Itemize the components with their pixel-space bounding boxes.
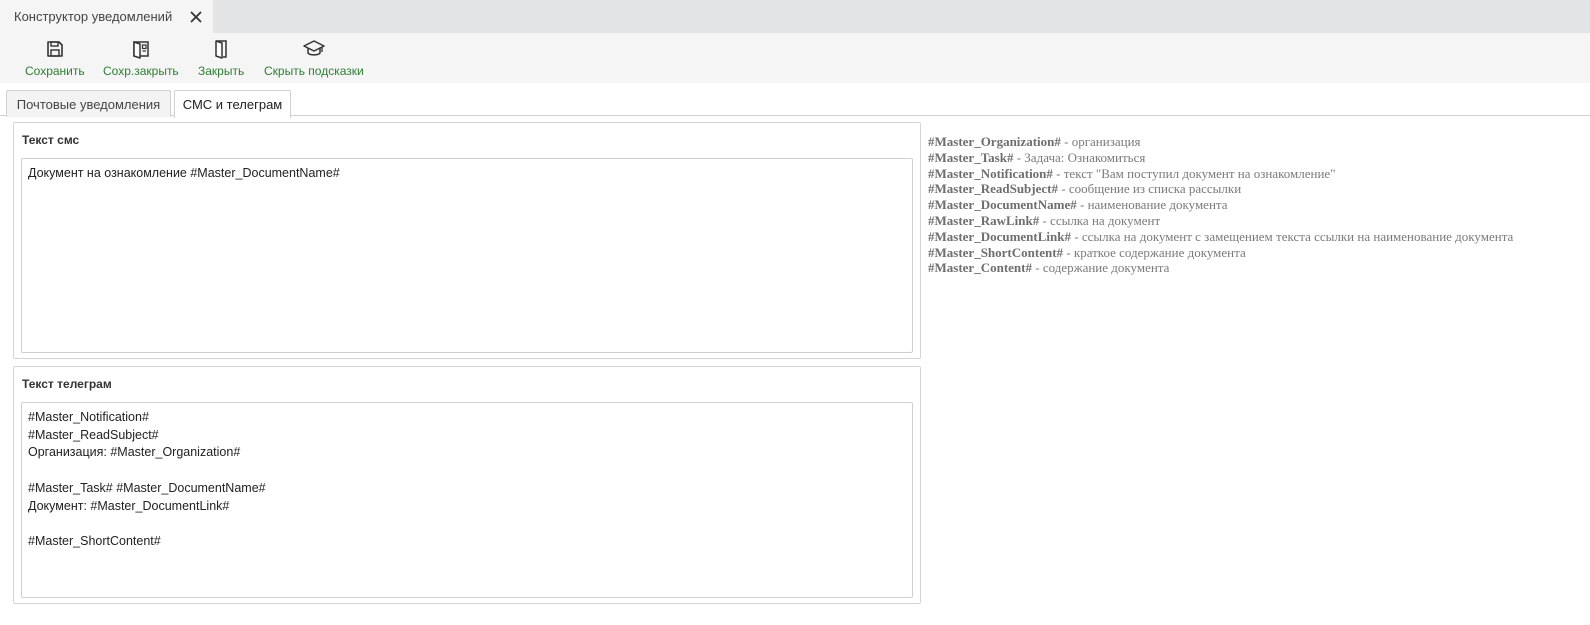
tab-email-notifications[interactable]: Почтовые уведомления xyxy=(6,90,171,117)
save-close-button[interactable]: Сохр.закрыть xyxy=(103,38,179,80)
hint-item: #Master_Organization# - организация xyxy=(928,134,1513,150)
hint-desc: - содержание документа xyxy=(1031,260,1170,276)
hint-desc: - ссылка на документ с замещением текста… xyxy=(1071,228,1514,244)
hint-desc: - краткое содержание документа xyxy=(1063,244,1246,260)
door-icon xyxy=(210,38,232,60)
hint-key: #Master_Content# xyxy=(928,260,1032,276)
hint-item: #Master_DocumentLink# - ссылка на докуме… xyxy=(928,229,1513,245)
window-tab-title: Конструктор уведомлений xyxy=(14,9,173,24)
hint-desc: - сообщение из списка рассылки xyxy=(1057,181,1242,197)
close-button-label: Закрыть xyxy=(198,64,245,78)
hint-item: #Master_Notification# - текст "Вам посту… xyxy=(928,166,1513,182)
hint-desc: - текст "Вам поступил документ на ознако… xyxy=(1052,165,1336,181)
hint-item: #Master_ShortContent# - краткое содержан… xyxy=(928,245,1513,261)
hint-item: #Master_ReadSubject# - сообщение из спис… xyxy=(928,181,1513,197)
telegram-panel: Текст телеграм #Master_Notification# #Ma… xyxy=(13,366,921,604)
sms-panel: Текст смс Документ на ознакомление #Mast… xyxy=(13,122,921,359)
hide-hints-button-label: Скрыть подсказки xyxy=(264,64,364,78)
save-close-door-icon xyxy=(130,38,152,60)
save-close-button-label: Сохр.закрыть xyxy=(103,64,179,78)
sms-panel-title: Текст смс xyxy=(22,133,80,147)
save-button-label: Сохранить xyxy=(25,64,85,78)
window-tab[interactable]: Конструктор уведомлений xyxy=(0,0,213,33)
toolbar: Сохранить Сохр.закрыть Закрыть Скрыть по… xyxy=(0,33,1590,83)
hint-desc: - наименование документа xyxy=(1076,197,1228,213)
hint-key: #Master_Notification# xyxy=(928,165,1053,181)
tab-sms-telegram[interactable]: СМС и телеграм xyxy=(174,90,291,118)
close-button[interactable]: Закрыть xyxy=(198,38,244,80)
graduation-cap-icon xyxy=(303,38,325,60)
hint-desc: - организация xyxy=(1060,134,1141,149)
hint-item: #Master_Task# - Задача: Ознакомиться xyxy=(928,150,1513,166)
hint-desc: - Задача: Ознакомиться xyxy=(1013,149,1146,165)
hint-item: #Master_RawLink# - ссылка на документ xyxy=(928,213,1513,229)
window-tab-strip: Конструктор уведомлений xyxy=(0,0,1590,33)
hide-hints-button[interactable]: Скрыть подсказки xyxy=(264,38,364,80)
hint-key: #Master_DocumentLink# xyxy=(928,228,1071,244)
floppy-disk-icon xyxy=(44,38,66,60)
hint-desc: - ссылка на документ xyxy=(1039,212,1161,228)
content-tabs: Почтовые уведомления СМС и телеграм xyxy=(0,88,1590,118)
hint-key: #Master_RawLink# xyxy=(928,212,1040,228)
hint-key: #Master_Organization# xyxy=(928,134,1061,149)
sms-text-input[interactable]: Документ на ознакомление #Master_Documen… xyxy=(21,158,913,353)
tab-sms-telegram-label: СМС и телеграм xyxy=(182,97,283,112)
hint-item: #Master_DocumentName# - наименование док… xyxy=(928,197,1513,213)
hint-key: #Master_DocumentName# xyxy=(928,197,1077,213)
telegram-panel-title: Текст телеграм xyxy=(22,377,112,391)
hint-key: #Master_ShortContent# xyxy=(928,244,1064,260)
placeholder-hints: #Master_Organization# - организация #Mas… xyxy=(928,134,1513,276)
telegram-text-input[interactable]: #Master_Notification# #Master_ReadSubjec… xyxy=(21,402,913,598)
hint-key: #Master_ReadSubject# xyxy=(928,181,1058,197)
hint-item: #Master_Content# - содержание документа xyxy=(928,260,1513,276)
save-button[interactable]: Сохранить xyxy=(25,38,85,80)
hint-key: #Master_Task# xyxy=(928,149,1014,165)
tab-email-notifications-label: Почтовые уведомления xyxy=(16,96,161,112)
close-icon[interactable] xyxy=(188,9,203,24)
